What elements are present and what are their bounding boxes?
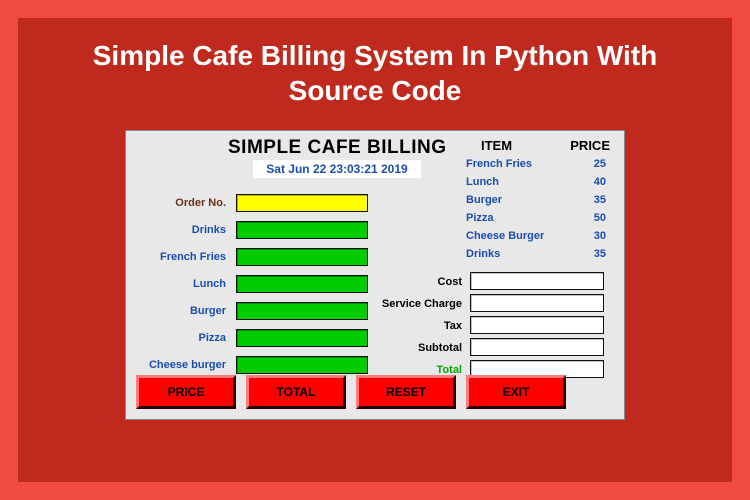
lunch-row: Lunch bbox=[136, 272, 376, 296]
lunch-input[interactable] bbox=[236, 275, 368, 293]
service-charge-label: Service Charge bbox=[378, 298, 470, 310]
drinks-row: Drinks bbox=[136, 218, 376, 242]
totals-column: Cost Service Charge Tax Subtotal Total bbox=[378, 271, 614, 381]
menu-name: Lunch bbox=[466, 173, 499, 191]
menu-price: 25 bbox=[594, 155, 612, 173]
outer-frame: Simple Cafe Billing System In Python Wit… bbox=[0, 0, 750, 500]
menu-name: Burger bbox=[466, 191, 502, 209]
service-charge-row: Service Charge bbox=[378, 293, 614, 315]
menu-row: Pizza 50 bbox=[466, 209, 612, 227]
tax-field[interactable] bbox=[470, 316, 604, 334]
total-button[interactable]: TOTAL bbox=[246, 375, 346, 409]
subtotal-field[interactable] bbox=[470, 338, 604, 356]
page-title: Simple Cafe Billing System In Python Wit… bbox=[75, 38, 675, 108]
price-button[interactable]: PRICE bbox=[136, 375, 236, 409]
input-column: Order No. Drinks French Fries Lunch Burg… bbox=[136, 191, 376, 380]
menu-price: 35 bbox=[594, 245, 612, 263]
menu-name: Pizza bbox=[466, 209, 494, 227]
menu-price: 35 bbox=[594, 191, 612, 209]
cheese-burger-label: Cheese burger bbox=[136, 359, 236, 371]
pizza-row: Pizza bbox=[136, 326, 376, 350]
drinks-label: Drinks bbox=[136, 224, 236, 236]
order-no-label: Order No. bbox=[136, 197, 236, 209]
menu-price: 40 bbox=[594, 173, 612, 191]
french-fries-input[interactable] bbox=[236, 248, 368, 266]
menu-name: French Fries bbox=[466, 155, 532, 173]
menu-price: 30 bbox=[594, 227, 612, 245]
subtotal-label: Subtotal bbox=[378, 342, 470, 354]
pizza-label: Pizza bbox=[136, 332, 236, 344]
order-no-row: Order No. bbox=[136, 191, 376, 215]
menu-row: Burger 35 bbox=[466, 191, 612, 209]
exit-button[interactable]: EXIT bbox=[466, 375, 566, 409]
burger-label: Burger bbox=[136, 305, 236, 317]
inner-frame: Simple Cafe Billing System In Python Wit… bbox=[18, 18, 732, 482]
pizza-input[interactable] bbox=[236, 329, 368, 347]
cost-field[interactable] bbox=[470, 272, 604, 290]
menu-row: Drinks 35 bbox=[466, 245, 612, 263]
menu-price: 50 bbox=[594, 209, 612, 227]
subtotal-row: Subtotal bbox=[378, 337, 614, 359]
app-title: SIMPLE CAFE BILLING bbox=[228, 137, 447, 159]
burger-input[interactable] bbox=[236, 302, 368, 320]
cheese-burger-input[interactable] bbox=[236, 356, 368, 374]
reset-button[interactable]: RESET bbox=[356, 375, 456, 409]
price-header-price: PRICE bbox=[570, 138, 610, 153]
menu-row: French Fries 25 bbox=[466, 155, 612, 173]
french-fries-row: French Fries bbox=[136, 245, 376, 269]
price-header-item: ITEM bbox=[481, 138, 512, 153]
french-fries-label: French Fries bbox=[136, 251, 236, 263]
service-charge-field[interactable] bbox=[470, 294, 604, 312]
menu-name: Cheese Burger bbox=[466, 227, 544, 245]
button-bar: PRICE TOTAL RESET EXIT bbox=[136, 375, 614, 409]
menu-name: Drinks bbox=[466, 245, 500, 263]
tax-row: Tax bbox=[378, 315, 614, 337]
timestamp: Sat Jun 22 23:03:21 2019 bbox=[253, 160, 421, 178]
menu-row: Lunch 40 bbox=[466, 173, 612, 191]
cost-row: Cost bbox=[378, 271, 614, 293]
app-window: SIMPLE CAFE BILLING Sat Jun 22 23:03:21 … bbox=[125, 130, 625, 420]
lunch-label: Lunch bbox=[136, 278, 236, 290]
cheese-burger-row: Cheese burger bbox=[136, 353, 376, 377]
order-no-input[interactable] bbox=[236, 194, 368, 212]
tax-label: Tax bbox=[378, 320, 470, 332]
drinks-input[interactable] bbox=[236, 221, 368, 239]
cost-label: Cost bbox=[378, 276, 470, 288]
menu-list: French Fries 25 Lunch 40 Burger 35 Pizza… bbox=[466, 155, 612, 263]
menu-row: Cheese Burger 30 bbox=[466, 227, 612, 245]
burger-row: Burger bbox=[136, 299, 376, 323]
